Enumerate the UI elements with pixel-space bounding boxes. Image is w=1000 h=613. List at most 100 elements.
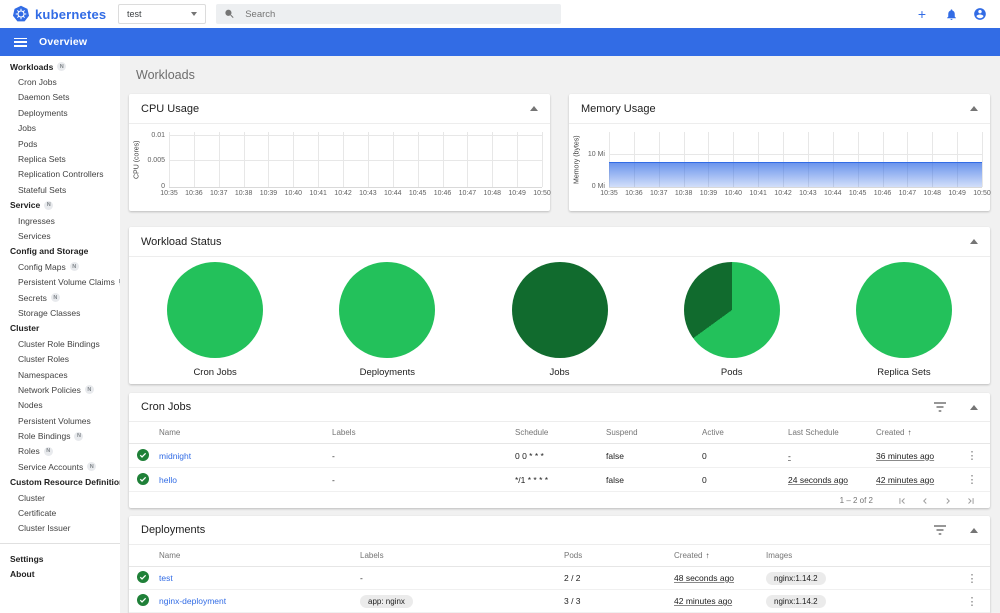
sidebar-item-config-and-storage[interactable]: Config and Storage: [0, 244, 120, 259]
sidebar-item-replica-sets[interactable]: Replica Sets: [0, 151, 120, 166]
pie-chart[interactable]: [511, 262, 608, 358]
filter-icon[interactable]: [934, 525, 946, 535]
sidebar-item-certificate[interactable]: Certificate: [0, 505, 120, 520]
x-axis-tick: 10:41: [749, 190, 767, 197]
sidebar-item-cluster-issuer[interactable]: Cluster Issuer: [0, 521, 120, 536]
row-menu-button[interactable]: ⋮: [962, 595, 982, 608]
sidebar-item-service-accounts[interactable]: Service Accounts N: [0, 459, 120, 474]
pie-chart[interactable]: [167, 262, 264, 358]
sidebar-item-services[interactable]: Services: [0, 228, 120, 243]
x-axis-tick: 10:45: [408, 190, 427, 197]
sidebar-item-network-policies[interactable]: Network Policies N: [0, 382, 120, 397]
pie-chart[interactable]: [339, 262, 436, 358]
column-header-name[interactable]: Name: [159, 551, 360, 560]
row-menu-button[interactable]: ⋮: [962, 449, 982, 462]
namespace-select[interactable]: test: [118, 4, 206, 24]
sidebar-item-workloads[interactable]: Workloads N: [0, 59, 120, 74]
sidebar-item-replication-controllers[interactable]: Replication Controllers: [0, 167, 120, 182]
column-header-labels[interactable]: Labels: [360, 551, 564, 560]
collapse-icon[interactable]: [970, 527, 978, 533]
menu-icon[interactable]: [14, 37, 27, 47]
sidebar-item-cluster[interactable]: Cluster: [0, 490, 120, 505]
column-header-suspend[interactable]: Suspend: [606, 428, 702, 437]
x-axis-tick: 10:35: [600, 190, 618, 197]
account-button[interactable]: [972, 6, 988, 22]
topbar-actions: +: [914, 6, 1000, 22]
last-page-button[interactable]: [966, 496, 976, 506]
table-row[interactable]: test - 2 / 2 48 seconds ago nginx:1.14.2 ⋮: [129, 567, 990, 590]
sidebar-item-cluster-roles[interactable]: Cluster Roles: [0, 351, 120, 366]
sidebar-divider: [0, 543, 120, 545]
collapse-icon[interactable]: [970, 239, 978, 244]
column-header-pods[interactable]: Pods: [564, 551, 674, 560]
row-menu-button[interactable]: ⋮: [962, 473, 982, 486]
sidebar-item-nodes[interactable]: Nodes: [0, 398, 120, 413]
pie-chart[interactable]: [855, 262, 952, 358]
relative-time: 48 seconds ago: [674, 573, 735, 583]
x-axis-tick: 10:44: [824, 190, 842, 197]
sidebar-item-role-bindings[interactable]: Role Bindings N: [0, 428, 120, 443]
sidebar-item-settings[interactable]: Settings: [0, 551, 120, 566]
column-header-created[interactable]: Created ↑: [674, 551, 766, 560]
sidebar-item-about[interactable]: About: [0, 567, 120, 582]
column-header-created[interactable]: Created ↑: [876, 428, 962, 437]
row-menu-button[interactable]: ⋮: [962, 572, 982, 585]
sidebar-item-config-maps[interactable]: Config Maps N: [0, 259, 120, 274]
resource-link[interactable]: midnight: [159, 451, 191, 461]
cron-jobs-table-body: midnight - 0 0 * * * false 0 - 36 minutes ago ⋮…: [129, 444, 990, 492]
logo-wordmark: kubernetes: [35, 6, 107, 22]
sidebar-item-storage-classes[interactable]: Storage Classes: [0, 305, 120, 320]
grid-line: [982, 132, 983, 187]
app-bar: Overview: [0, 28, 1000, 56]
column-header-active[interactable]: Active: [702, 428, 788, 437]
resource-link[interactable]: hello: [159, 475, 177, 485]
table-row[interactable]: hello - */1 * * * * false 0 24 seconds ago 42 …: [129, 468, 990, 492]
collapse-icon[interactable]: [970, 404, 978, 410]
sidebar-item-secrets[interactable]: Secrets N: [0, 290, 120, 305]
sidebar-item-namespaces[interactable]: Namespaces: [0, 367, 120, 382]
sidebar-item-persistent-volumes[interactable]: Persistent Volumes: [0, 413, 120, 428]
collapse-icon[interactable]: [970, 106, 978, 111]
x-axis-tick: 10:37: [649, 190, 668, 197]
pie-chart[interactable]: [683, 262, 780, 358]
status-ok: [137, 571, 159, 585]
resource-link[interactable]: nginx-deployment: [159, 596, 226, 606]
sidebar-item-jobs[interactable]: Jobs: [0, 121, 120, 136]
sidebar-item-deployments[interactable]: Deployments: [0, 105, 120, 120]
sidebar-item-pods[interactable]: Pods: [0, 136, 120, 151]
column-header-schedule[interactable]: Schedule: [515, 428, 606, 437]
search-input[interactable]: [245, 8, 553, 20]
column-header-images[interactable]: Images: [766, 551, 962, 560]
sidebar-item-ingresses[interactable]: Ingresses: [0, 213, 120, 228]
pie-label: Pods: [720, 367, 743, 378]
kubernetes-logo[interactable]: kubernetes: [0, 5, 118, 23]
sidebar-item-stateful-sets[interactable]: Stateful Sets: [0, 182, 120, 197]
resource-link[interactable]: test: [159, 573, 173, 583]
search-bar[interactable]: [216, 4, 561, 24]
plus-icon: +: [917, 6, 927, 22]
workload-status-title: Workload Status: [141, 235, 222, 248]
create-resource-button[interactable]: +: [914, 6, 930, 22]
column-header-last-schedule[interactable]: Last Schedule: [788, 428, 876, 437]
sidebar-item-daemon-sets[interactable]: Daemon Sets: [0, 90, 120, 105]
notifications-button[interactable]: [943, 6, 959, 22]
filter-icon[interactable]: [934, 402, 946, 412]
deployments-title: Deployments: [141, 524, 206, 536]
sidebar-item-cluster[interactable]: Cluster: [0, 321, 120, 336]
sidebar-item-service[interactable]: Service N: [0, 198, 120, 213]
page-title: Workloads: [136, 68, 195, 82]
sidebar-item-custom-resource-definitions[interactable]: Custom Resource Definitions: [0, 475, 120, 490]
table-row[interactable]: nginx-deployment app: nginx 3 / 3 42 minute…: [129, 590, 990, 613]
column-header-name[interactable]: Name: [159, 428, 332, 437]
table-row[interactable]: midnight - 0 0 * * * false 0 - 36 minutes ago ⋮: [129, 444, 990, 468]
first-page-button[interactable]: [897, 496, 907, 506]
cpu-x-axis-labels: 10:35 10:36 10:37 10:38 10:39 10:40 10:41 10:42…: [160, 190, 551, 202]
collapse-icon[interactable]: [530, 106, 538, 111]
sidebar-item-roles[interactable]: Roles N: [0, 444, 120, 459]
next-page-button[interactable]: [943, 496, 953, 506]
sidebar-item-persistent-volume-claims[interactable]: Persistent Volume ClaimsN: [0, 274, 120, 289]
column-header-labels[interactable]: Labels: [332, 428, 515, 437]
sidebar-item-cron-jobs[interactable]: Cron Jobs: [0, 74, 120, 89]
sidebar-item-cluster-role-bindings[interactable]: Cluster Role Bindings: [0, 336, 120, 351]
prev-page-button[interactable]: [920, 496, 930, 506]
